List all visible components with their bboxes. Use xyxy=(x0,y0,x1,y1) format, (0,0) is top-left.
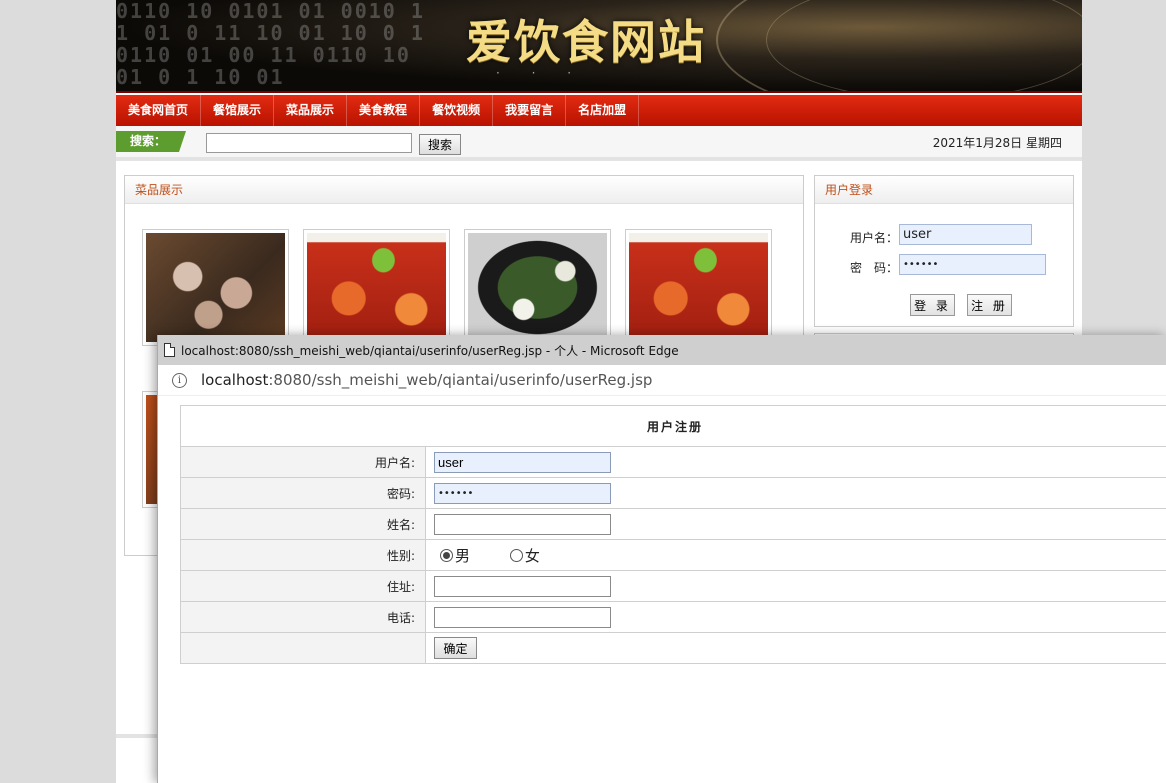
login-panel: 用户登录 用户名： user 密 码： •••••• 登 录 注 册 xyxy=(814,175,1074,327)
search-button[interactable]: 搜索 xyxy=(419,134,461,155)
nav-item-tutorials[interactable]: 美食教程 xyxy=(347,95,421,126)
login-password-label: 密 码： xyxy=(850,261,899,275)
phone-label: 电话: xyxy=(180,601,426,633)
current-date: 2021年1月28日 星期四 xyxy=(932,136,1062,150)
phone-field[interactable] xyxy=(434,606,611,628)
nav-item-home[interactable]: 美食网首页 xyxy=(116,95,202,126)
dish-thumbnail[interactable] xyxy=(625,229,772,346)
dish-thumbnail[interactable] xyxy=(303,229,450,346)
popup-url[interactable]: localhost:8080/ssh_meishi_web/qiantai/us… xyxy=(201,371,652,389)
nav-item-videos[interactable]: 餐饮视频 xyxy=(420,95,494,126)
nav-item-dishes[interactable]: 菜品展示 xyxy=(274,95,348,126)
popup-window-title: localhost:8080/ssh_meishi_web/qiantai/us… xyxy=(181,343,679,358)
login-button[interactable]: 登 录 xyxy=(910,294,955,316)
search-input[interactable] xyxy=(206,133,412,153)
username-field[interactable] xyxy=(434,451,611,473)
address-label: 住址: xyxy=(180,570,426,602)
gender-option-female: 女 xyxy=(524,546,540,565)
login-panel-title: 用户登录 xyxy=(815,176,1073,204)
name-field[interactable] xyxy=(434,513,611,535)
popup-address-bar: i localhost:8080/ssh_meishi_web/qiantai/… xyxy=(158,365,1166,396)
login-password-input[interactable]: •••••• xyxy=(899,254,1046,275)
username-label: 用户名: xyxy=(180,446,426,478)
nav-item-franchise[interactable]: 名店加盟 xyxy=(566,95,640,126)
submit-button[interactable]: 确定 xyxy=(434,637,477,659)
search-label: 搜索： xyxy=(116,131,186,152)
page-icon xyxy=(164,343,175,357)
nav-item-messages[interactable]: 我要留言 xyxy=(493,95,567,126)
url-host: localhost xyxy=(201,371,269,389)
login-username-label: 用户名： xyxy=(850,231,899,245)
registration-popup-window: localhost:8080/ssh_meishi_web/qiantai/us… xyxy=(157,335,1166,783)
dish-image-spicy-stew xyxy=(629,233,768,342)
nav-item-restaurants[interactable]: 餐馆展示 xyxy=(201,95,275,126)
banner-dots: · · · xyxy=(496,66,586,80)
gender-label: 性别: xyxy=(180,539,426,571)
form-title: 用户注册 xyxy=(180,405,1166,447)
registration-form: 用户注册 用户名: 密码: •••••• 姓名: 性别: 男 女 住址: 电话: xyxy=(180,405,1166,664)
login-username-input[interactable]: user xyxy=(899,224,1032,245)
url-path: :8080/ssh_meishi_web/qiantai/userinfo/us… xyxy=(268,371,653,389)
address-field[interactable] xyxy=(434,575,611,597)
banner-decoration-rings-inner xyxy=(766,0,1082,91)
password-field[interactable]: •••••• xyxy=(434,482,611,504)
dish-thumbnail[interactable] xyxy=(464,229,611,346)
dish-thumbnail[interactable] xyxy=(142,229,289,346)
banner-decoration: 0110 10 0101 01 0010 11 01 0 11 10 01 10… xyxy=(116,0,425,89)
main-nav: 美食网首页 餐馆展示 菜品展示 美食教程 餐饮视频 我要留言 名店加盟 xyxy=(116,95,1082,126)
popup-titlebar[interactable]: localhost:8080/ssh_meishi_web/qiantai/us… xyxy=(158,335,1166,365)
name-label: 姓名: xyxy=(180,508,426,540)
site-banner: 0110 10 0101 01 0010 11 01 0 11 10 01 10… xyxy=(116,0,1082,93)
gender-radio-female[interactable] xyxy=(509,548,523,562)
info-icon[interactable]: i xyxy=(172,372,187,388)
gender-radio-male[interactable] xyxy=(440,548,453,562)
search-bar: 搜索： 搜索 2021年1月28日 星期四 xyxy=(116,126,1082,161)
register-button[interactable]: 注 册 xyxy=(967,294,1012,316)
dish-image-spicy-stew xyxy=(307,233,446,342)
dish-image-meat xyxy=(146,233,285,342)
site-title: 爱饮食网站 xyxy=(466,15,706,69)
gender-option-male: 男 xyxy=(455,546,471,565)
password-label: 密码: xyxy=(180,477,426,509)
submit-row-label xyxy=(180,632,426,664)
dish-image-seaweed-soup xyxy=(468,233,607,342)
dishes-panel-title: 菜品展示 xyxy=(125,176,803,204)
